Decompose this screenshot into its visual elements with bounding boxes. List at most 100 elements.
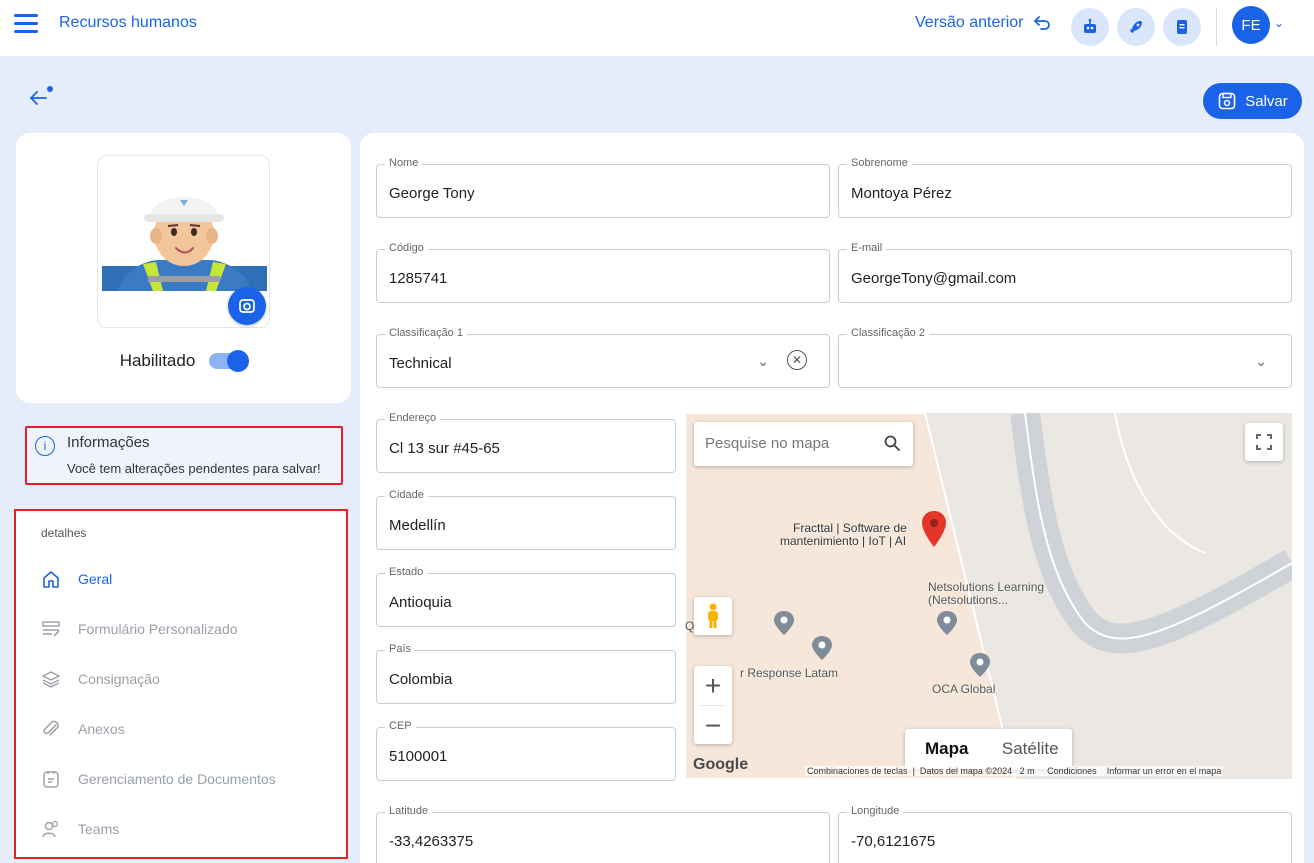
chevron-down-icon[interactable]: ⌄ xyxy=(1274,16,1284,30)
search-icon[interactable] xyxy=(883,434,901,452)
map-data-text: Datos del mapa ©2024 xyxy=(919,766,1013,776)
field-label: Estado xyxy=(385,566,428,578)
pais-field[interactable]: País Colombia xyxy=(376,643,676,704)
endereco-field[interactable]: Endereço Cl 13 sur #45-65 xyxy=(376,412,676,473)
map-type-map[interactable]: Mapa xyxy=(905,729,989,769)
place-marker-icon xyxy=(774,611,794,635)
map-report-link[interactable]: Informar un error en el mapa xyxy=(1107,766,1222,776)
email-field[interactable]: E-mail GeorgeTony@gmail.com xyxy=(838,242,1292,303)
map-pin-icon[interactable] xyxy=(922,511,946,547)
top-bar: Recursos humanos Versão anterior FE ⌄ xyxy=(0,0,1314,56)
map-type-satellite[interactable]: Satélite xyxy=(989,729,1073,769)
estado-field[interactable]: Estado Antioquia xyxy=(376,566,676,627)
zoom-in-button[interactable]: + xyxy=(694,666,732,705)
launch-button[interactable] xyxy=(1117,8,1155,46)
map-attribution: Combinaciones de teclas | Datos del mapa… xyxy=(805,766,1224,776)
notes-button[interactable] xyxy=(1163,8,1201,46)
cidade-field[interactable]: Cidade Medellín xyxy=(376,489,676,550)
map[interactable]: Fracttal | Software de mantenimiento | I… xyxy=(685,413,1292,779)
toolbar-divider xyxy=(1216,8,1217,46)
codigo-field[interactable]: Código 1285741 xyxy=(376,242,830,303)
nav-item-consignacao[interactable]: Consignação xyxy=(40,667,160,691)
poi-label: (Netsolutions... xyxy=(928,593,1009,607)
pending-changes-notice: i Informações Você tem alterações penden… xyxy=(25,426,343,485)
layers-icon xyxy=(42,671,60,688)
nav-label: Formulário Personalizado xyxy=(78,621,238,637)
field-value: -33,4263375 xyxy=(389,833,474,850)
enabled-toggle[interactable] xyxy=(209,350,250,372)
cep-field[interactable]: CEP 5100001 xyxy=(376,720,676,781)
nav-item-teams[interactable]: Teams xyxy=(40,817,119,841)
poi-label: r Response Latam xyxy=(740,666,839,680)
field-label: E-mail xyxy=(847,242,887,254)
change-photo-button[interactable] xyxy=(228,287,266,325)
place-marker-icon xyxy=(937,611,957,635)
field-value: -70,6121675 xyxy=(851,833,936,850)
map-type-control: Mapa Satélite xyxy=(905,729,1072,769)
place-marker-icon xyxy=(812,636,832,660)
previous-version-link[interactable]: Versão anterior xyxy=(915,14,1052,32)
field-label: Classificação 1 xyxy=(385,327,467,339)
latitude-field[interactable]: Latitude -33,4263375 xyxy=(376,805,830,863)
place-marker-icon xyxy=(970,653,990,677)
field-label: Latitude xyxy=(385,805,433,817)
field-value: GeorgeTony@gmail.com xyxy=(851,270,1017,287)
enabled-label: Habilitado xyxy=(119,351,196,370)
robot-icon xyxy=(1084,18,1096,33)
save-label: Salvar xyxy=(1245,92,1288,110)
nav-item-geral[interactable]: Geral xyxy=(40,567,112,591)
field-value: George Tony xyxy=(389,185,475,202)
chevron-down-icon[interactable]: ⌄ xyxy=(757,353,769,370)
camera-icon xyxy=(239,299,255,313)
classificacao-1-select[interactable]: Classificação 1 Technical ⌄ ✕ xyxy=(376,327,830,388)
enabled-row: Habilitado xyxy=(16,350,351,372)
field-label: Código xyxy=(385,242,428,254)
nav-label: Gerenciamento de Documentos xyxy=(78,771,276,787)
longitude-field[interactable]: Longitude -70,6121675 xyxy=(838,805,1292,863)
clear-icon[interactable]: ✕ xyxy=(787,350,807,370)
notice-title: Informações xyxy=(67,434,150,451)
classificacao-2-select[interactable]: Classificação 2 ⌄ xyxy=(838,327,1292,388)
fullscreen-button[interactable] xyxy=(1245,423,1283,461)
field-label: Endereço xyxy=(385,412,441,424)
details-heading: detalhes xyxy=(41,526,87,540)
undo-icon xyxy=(1033,16,1050,30)
nav-label: Geral xyxy=(78,571,113,587)
map-terms-link[interactable]: Condiciones xyxy=(1047,766,1097,776)
nome-field[interactable]: Nome George Tony xyxy=(376,157,830,218)
save-icon xyxy=(1218,92,1236,110)
chevron-down-icon[interactable]: ⌄ xyxy=(1255,353,1267,370)
zoom-control: + − xyxy=(694,666,732,744)
previous-version-label: Versão anterior xyxy=(915,14,1024,31)
document-icon xyxy=(43,771,59,788)
notes-icon xyxy=(1177,20,1187,34)
details-nav: detalhes Geral Formulário Personalizado … xyxy=(14,509,348,859)
field-value: Technical xyxy=(389,355,452,372)
sobrenome-field[interactable]: Sobrenome Montoya Pérez xyxy=(838,157,1292,218)
home-icon xyxy=(43,571,59,588)
save-button[interactable]: Salvar xyxy=(1203,83,1302,119)
pegman-icon xyxy=(708,603,718,628)
nav-label: Anexos xyxy=(78,721,125,737)
field-label: Sobrenome xyxy=(847,157,912,169)
street-view-button[interactable] xyxy=(694,597,732,635)
nav-item-documentos[interactable]: Gerenciamento de Documentos xyxy=(40,767,276,791)
field-label: País xyxy=(385,643,416,655)
poi-label: OCA Global xyxy=(932,682,996,696)
nav-item-formulario[interactable]: Formulário Personalizado xyxy=(40,617,238,641)
field-label: Nome xyxy=(385,157,423,169)
map-shortcuts-link[interactable]: Combinaciones de teclas xyxy=(807,766,908,776)
nav-item-anexos[interactable]: Anexos xyxy=(40,717,125,741)
menu-icon[interactable] xyxy=(14,14,38,34)
zoom-out-button[interactable]: − xyxy=(694,706,732,745)
form-icon xyxy=(42,621,60,637)
nav-label: Consignação xyxy=(78,671,160,687)
paperclip-icon xyxy=(43,720,59,736)
notice-message: Você tem alterações pendentes para salva… xyxy=(67,461,321,476)
field-value: Cl 13 sur #45-65 xyxy=(389,440,500,457)
assistant-bot-button[interactable] xyxy=(1071,8,1109,46)
field-label: Longitude xyxy=(847,805,904,817)
back-arrow-icon[interactable] xyxy=(28,84,56,108)
map-search-input[interactable]: Pesquise no mapa xyxy=(694,422,913,466)
user-avatar[interactable]: FE xyxy=(1232,6,1270,44)
